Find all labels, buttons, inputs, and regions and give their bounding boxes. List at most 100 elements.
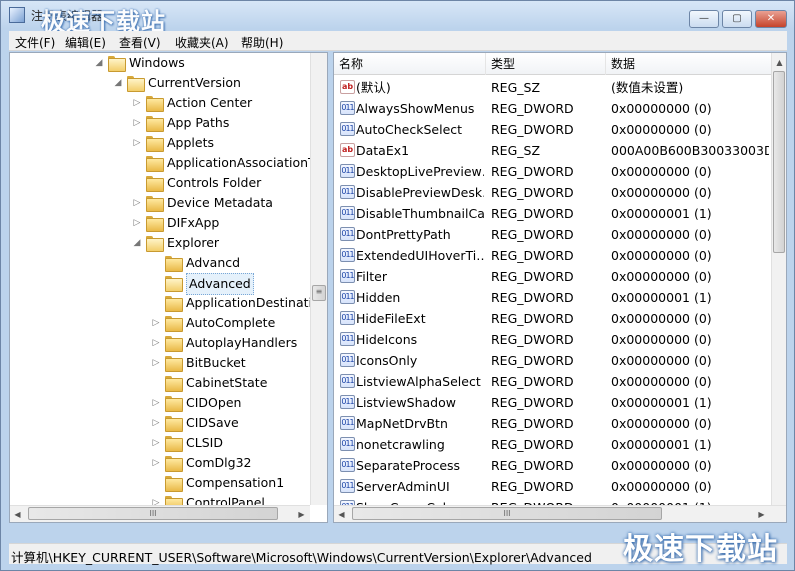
- value-row[interactable]: 011 AutoCheckSelect REG_DWORD 0x00000000 (0…: [334, 119, 772, 140]
- tree-item[interactable]: ▷ AutoComplete: [10, 313, 310, 333]
- tree-item[interactable]: ▷ App Paths: [10, 113, 310, 133]
- value-row[interactable]: 011 nonetcrawling REG_DWORD 0x00000001 (1): [334, 434, 772, 455]
- value-row[interactable]: 011 ListviewShadow REG_DWORD 0x00000001 (1): [334, 392, 772, 413]
- list-vertical-scrollbar[interactable]: ▲: [771, 53, 786, 505]
- title-bar[interactable]: 注册表编辑器 极速下载站 — ▢ ✕: [1, 1, 794, 36]
- value-row[interactable]: 011 DisableThumbnailCa… REG_DWORD 0x0000000…: [334, 203, 772, 224]
- value-data: 0x00000000 (0): [611, 164, 712, 179]
- expanded-arrow-icon[interactable]: ◢: [132, 233, 142, 253]
- value-row[interactable]: 011 ExtendedUIHoverTi… REG_DWORD 0x00000000…: [334, 245, 772, 266]
- value-row[interactable]: 011 Filter REG_DWORD 0x00000000 (0): [334, 266, 772, 287]
- collapsed-arrow-icon[interactable]: ▷: [132, 113, 142, 133]
- value-row[interactable]: 011 HideFileExt REG_DWORD 0x00000000 (0): [334, 308, 772, 329]
- list-scroll-up-icon[interactable]: ▲: [772, 55, 786, 70]
- expanded-arrow-icon[interactable]: ◢: [94, 53, 104, 73]
- tree-item[interactable]: ▷ AutoplayHandlers: [10, 333, 310, 353]
- column-type-header[interactable]: 类型: [486, 53, 606, 75]
- menu-favorites[interactable]: 收藏夹(A): [175, 34, 229, 51]
- collapsed-arrow-icon[interactable]: ▷: [132, 213, 142, 233]
- tree-vscroll-thumb[interactable]: ≡: [312, 285, 326, 301]
- tree-horizontal-scrollbar[interactable]: ◀ III ▶: [10, 505, 310, 522]
- tree-vertical-scrollbar[interactable]: ≡: [310, 53, 327, 505]
- value-row[interactable]: 011 IconsOnly REG_DWORD 0x00000000 (0): [334, 350, 772, 371]
- list-horizontal-scrollbar[interactable]: ◀ III ▶: [334, 505, 786, 522]
- tree-item[interactable]: ◢ CurrentVersion: [10, 73, 310, 93]
- maximize-button[interactable]: ▢: [722, 10, 752, 28]
- value-row[interactable]: 011 HideIcons REG_DWORD 0x00000000 (0): [334, 329, 772, 350]
- list-header: 名称 类型 数据: [334, 53, 772, 75]
- values-list-pane[interactable]: 名称 类型 数据 ab (默认) REG_SZ (数值未设置) 011 AlwaysSho…: [333, 52, 787, 523]
- key-tree-pane[interactable]: ◢ Windows ◢ CurrentVersion ▷ Action Center ▷ Ap…: [9, 52, 328, 523]
- value-row[interactable]: 011 MapNetDrvBtn REG_DWORD 0x00000000 (0): [334, 413, 772, 434]
- collapsed-arrow-icon[interactable]: ▷: [151, 413, 161, 433]
- tree-item[interactable]: ▷ CLSID: [10, 433, 310, 453]
- tree-item[interactable]: ▷ ComDlg32: [10, 453, 310, 473]
- value-row[interactable]: 011 DesktopLivePreview… REG_DWORD 0x0000000…: [334, 161, 772, 182]
- tree-scroll-left-icon[interactable]: ◀: [10, 507, 25, 522]
- tree-hscroll-thumb[interactable]: III: [28, 507, 278, 520]
- expanded-arrow-icon[interactable]: ◢: [113, 73, 123, 93]
- tree-item-label: CIDOpen: [186, 395, 242, 410]
- value-row[interactable]: 011 AlwaysShowMenus REG_DWORD 0x00000000 (0…: [334, 98, 772, 119]
- dword-value-icon: 011: [340, 395, 355, 409]
- tree-item[interactable]: ▷ Device Metadata: [10, 193, 310, 213]
- menu-help[interactable]: 帮助(H): [241, 34, 283, 51]
- collapsed-arrow-icon[interactable]: ▷: [151, 333, 161, 353]
- collapsed-arrow-icon[interactable]: ▷: [132, 93, 142, 113]
- tree-item[interactable]: Advanced: [10, 273, 310, 295]
- value-type: REG_DWORD: [491, 269, 574, 284]
- folder-icon: [165, 296, 183, 312]
- value-name: AlwaysShowMenus: [356, 101, 475, 116]
- value-row[interactable]: abDataEx1 REG_SZ 000A00B600B30033003D00: [334, 140, 772, 161]
- tree-item[interactable]: ◢ Windows: [10, 53, 310, 73]
- tree-item[interactable]: ◢ Explorer: [10, 233, 310, 253]
- menu-edit[interactable]: 编辑(E): [65, 34, 106, 51]
- minimize-button[interactable]: —: [689, 10, 719, 28]
- tree-item[interactable]: ▷ BitBucket: [10, 353, 310, 373]
- value-row[interactable]: 011 DisablePreviewDesk… REG_DWORD 0x0000000…: [334, 182, 772, 203]
- tree-item[interactable]: Controls Folder: [10, 173, 310, 193]
- value-name: DataEx1: [356, 143, 410, 158]
- close-button[interactable]: ✕: [755, 10, 787, 28]
- list-scroll-right-icon[interactable]: ▶: [754, 507, 769, 522]
- collapsed-arrow-icon[interactable]: ▷: [151, 393, 161, 413]
- menu-view[interactable]: 查看(V): [119, 34, 161, 51]
- value-data: 0x00000000 (0): [611, 332, 712, 347]
- collapsed-arrow-icon[interactable]: ▷: [151, 353, 161, 373]
- value-row[interactable]: 011 ListviewAlphaSelect REG_DWORD 0x0000000…: [334, 371, 772, 392]
- tree-item[interactable]: ApplicationAssociationToasts: [10, 153, 327, 173]
- collapsed-arrow-icon[interactable]: ▷: [151, 453, 161, 473]
- value-type: REG_DWORD: [491, 395, 574, 410]
- value-row[interactable]: 011 DontPrettyPath REG_DWORD 0x00000000 (0): [334, 224, 772, 245]
- column-data-header[interactable]: 数据: [606, 53, 772, 75]
- collapsed-arrow-icon[interactable]: ▷: [132, 133, 142, 153]
- list-hscroll-thumb[interactable]: III: [352, 507, 662, 520]
- value-data: 0x00000000 (0): [611, 479, 712, 494]
- value-type: REG_DWORD: [491, 164, 574, 179]
- dword-value-icon: 011: [340, 248, 355, 262]
- collapsed-arrow-icon[interactable]: ▷: [151, 313, 161, 333]
- column-name-header[interactable]: 名称: [334, 53, 486, 75]
- value-row[interactable]: 011 ServerAdminUI REG_DWORD 0x00000000 (0): [334, 476, 772, 497]
- value-type: REG_DWORD: [491, 227, 574, 242]
- value-row[interactable]: 011 Hidden REG_DWORD 0x00000001 (1): [334, 287, 772, 308]
- tree-item[interactable]: ApplicationDestinations: [10, 293, 327, 313]
- tree-scroll-right-icon[interactable]: ▶: [294, 507, 309, 522]
- value-data: 0x00000000 (0): [611, 248, 712, 263]
- tree-item[interactable]: ▷ Applets: [10, 133, 310, 153]
- value-type: REG_DWORD: [491, 248, 574, 263]
- tree-item[interactable]: Advancd: [10, 253, 310, 273]
- list-vscroll-thumb[interactable]: [773, 71, 785, 253]
- tree-item[interactable]: Compensation1: [10, 473, 310, 493]
- tree-item[interactable]: CabinetState: [10, 373, 310, 393]
- value-row[interactable]: ab (默认) REG_SZ (数值未设置): [334, 77, 772, 98]
- menu-file[interactable]: 文件(F): [15, 34, 55, 51]
- tree-item[interactable]: ▷ CIDSave: [10, 413, 310, 433]
- list-scroll-left-icon[interactable]: ◀: [334, 507, 349, 522]
- value-row[interactable]: 011 SeparateProcess REG_DWORD 0x00000000 (0…: [334, 455, 772, 476]
- tree-item[interactable]: ▷ Action Center: [10, 93, 310, 113]
- collapsed-arrow-icon[interactable]: ▷: [132, 193, 142, 213]
- tree-item[interactable]: ▷ DIFxApp: [10, 213, 310, 233]
- collapsed-arrow-icon[interactable]: ▷: [151, 433, 161, 453]
- tree-item[interactable]: ▷ CIDOpen: [10, 393, 310, 413]
